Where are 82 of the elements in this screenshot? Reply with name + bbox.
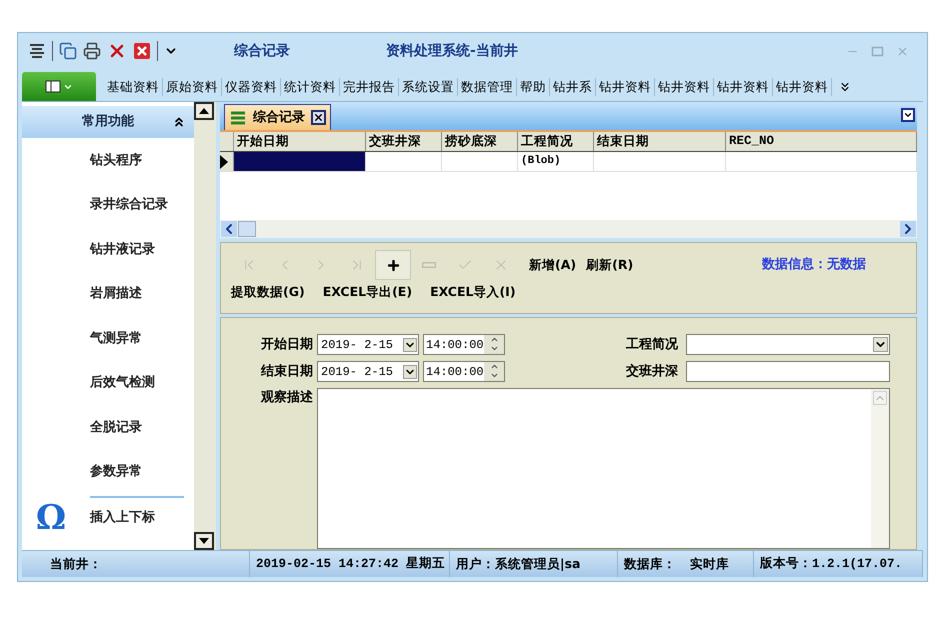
action-button[interactable]: 新增(A) — [529, 256, 576, 274]
copy-icon[interactable] — [59, 42, 77, 60]
plus-icon — [386, 258, 400, 272]
sidebar-item[interactable]: 全脱记录 — [22, 405, 194, 450]
document-title: 综合记录 — [234, 42, 290, 60]
column-header[interactable]: 工程简况 — [518, 132, 594, 151]
view-menu-button[interactable] — [22, 72, 96, 101]
column-header[interactable]: 捞砂底深 — [442, 132, 518, 151]
date-field[interactable]: 2019- 2-15 — [317, 334, 419, 355]
sidebar-item[interactable]: 气测异常 — [22, 316, 194, 360]
input-field[interactable] — [686, 361, 890, 382]
sidebar-item[interactable]: Ω 插入上下标 — [22, 498, 194, 538]
tool-button[interactable]: 提取数据(G) — [231, 283, 305, 302]
field-label: 开始日期 — [260, 336, 313, 354]
menu-item[interactable]: 钻井资料 — [714, 78, 773, 96]
spinner-icon[interactable] — [484, 335, 504, 354]
omega-icon: Ω — [22, 501, 80, 535]
sidebar-item[interactable]: 后效气检测 — [22, 360, 194, 405]
menu-item[interactable]: 钻井资料 — [773, 78, 832, 96]
dropdown-field[interactable] — [686, 334, 890, 355]
sidebar-item[interactable]: 录井综合记录 — [22, 182, 194, 227]
menu-item[interactable]: 基础资料 — [104, 78, 163, 96]
action-button[interactable]: 刷新(R) — [586, 256, 634, 274]
menu-item[interactable]: 仪器资料 — [222, 78, 281, 96]
sidebar-item[interactable]: 钻井液记录 — [22, 227, 194, 272]
tool-button[interactable]: EXCEL导入(I) — [430, 283, 516, 302]
dropdown-icon[interactable] — [873, 337, 888, 352]
status-text: 版本号：1.2.1(17.07. — [760, 556, 902, 573]
status-text: 当前井： — [50, 554, 102, 573]
document-tab[interactable]: 综合记录 — [224, 104, 331, 130]
dropdown-icon[interactable] — [901, 108, 915, 122]
sidebar-header[interactable]: 常用功能 — [22, 106, 194, 138]
menu-icon[interactable] — [28, 42, 46, 60]
sidebar-item[interactable]: 参数异常 — [22, 450, 194, 494]
sidebar-item[interactable]: 岩屑描述 — [22, 272, 194, 316]
scroll-right-icon[interactable] — [900, 221, 916, 237]
field-label: 交班井深 — [626, 362, 678, 381]
dropdown-icon[interactable] — [403, 338, 417, 352]
field-label: 工程简况 — [626, 336, 678, 354]
column-header[interactable]: 结束日期 — [594, 132, 726, 151]
menu-item[interactable]: 系统设置 — [399, 78, 458, 96]
scrollbar[interactable] — [194, 102, 216, 550]
menu-item[interactable]: 数据管理 — [458, 78, 517, 96]
scroll-left-icon[interactable] — [221, 221, 237, 237]
menu-item[interactable]: 帮助 — [517, 78, 550, 96]
scroll-down-icon[interactable] — [199, 538, 209, 544]
table-cell[interactable] — [234, 152, 366, 171]
menu-item[interactable]: 钻井资料 — [596, 78, 655, 96]
menu-item[interactable]: 统计资料 — [281, 78, 340, 96]
scroll-up-icon[interactable] — [199, 108, 209, 114]
time-field[interactable]: 14:00:00 — [423, 361, 505, 382]
window-title: 资料处理系统-当前井 — [386, 42, 518, 60]
bar-icon — [422, 262, 436, 268]
date-field[interactable]: 2019- 2-15 — [317, 361, 419, 382]
column-header[interactable]: REC_NO — [726, 132, 917, 151]
sidebar-item[interactable]: 钻头程序 — [22, 138, 194, 182]
dropdown-icon[interactable] — [403, 364, 417, 378]
tool-button[interactable]: EXCEL导出(E) — [322, 283, 412, 302]
column-header[interactable]: 开始日期 — [234, 132, 366, 151]
close-icon[interactable] — [311, 110, 326, 125]
status-text: 数据库： — [624, 554, 676, 573]
spinner-icon[interactable] — [484, 362, 504, 381]
menu-item[interactable]: 原始资料 — [163, 78, 222, 96]
time-field[interactable]: 14:00:00 — [423, 334, 505, 355]
field-label: 观察描述 — [260, 388, 313, 407]
column-header[interactable]: 交班井深 — [366, 132, 442, 151]
status-text: 2019-02-15 14:27:42 星期五 — [256, 556, 446, 573]
horizontal-scrollbar[interactable] — [220, 220, 917, 238]
scroll-thumb[interactable] — [238, 221, 256, 237]
menu-item[interactable]: 钻井资料 — [655, 78, 714, 96]
menu-item[interactable]: 完井报告 — [340, 78, 399, 96]
panel-icon — [45, 80, 61, 93]
printer-icon[interactable] — [83, 42, 101, 60]
collapse-icon[interactable] — [172, 115, 186, 129]
stack-icon — [229, 110, 247, 126]
status-text: 用户：系统管理员|sa — [456, 554, 580, 573]
table-cell[interactable]: (Blob) — [518, 152, 594, 171]
data-info: 数据信息：无数据 — [762, 256, 866, 274]
field-label: 结束日期 — [260, 362, 313, 381]
status-text: 实时库 — [690, 554, 729, 573]
plus-button[interactable] — [375, 250, 411, 280]
menu-item[interactable]: 钻井系 — [550, 78, 596, 96]
